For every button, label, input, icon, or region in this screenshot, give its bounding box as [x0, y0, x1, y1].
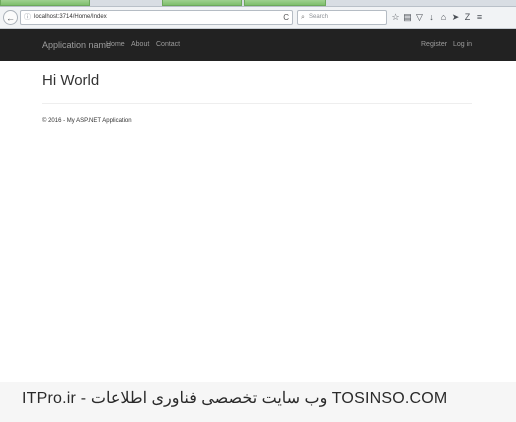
footer-copyright: © 2016 - My ASP.NET Application: [42, 118, 132, 124]
nav-link-about[interactable]: About: [131, 29, 149, 61]
back-button[interactable]: ←: [3, 10, 18, 25]
reading-list-icon[interactable]: ▤: [402, 10, 413, 24]
search-bar[interactable]: ⌕ Search: [297, 10, 387, 25]
browser-toolbar: ← ⓘ localhost:3714/Home/Index C ⌕ Search…: [0, 7, 516, 29]
nav-link-home[interactable]: Home: [106, 29, 125, 61]
download-icon[interactable]: ↓: [426, 10, 437, 24]
brand-link[interactable]: Application name: [42, 29, 111, 61]
search-input[interactable]: Search: [309, 11, 328, 24]
browser-tab-active[interactable]: [244, 0, 326, 6]
site-navbar: Application name Home About Contact Regi…: [0, 29, 516, 61]
nav-link-contact[interactable]: Contact: [156, 29, 180, 61]
footer-divider: [42, 103, 472, 104]
nav-link-register[interactable]: Register: [421, 29, 447, 61]
address-text[interactable]: localhost:3714/Home/Index: [34, 11, 107, 24]
nav-link-login[interactable]: Log in: [453, 29, 472, 61]
site-info-icon[interactable]: ⓘ: [24, 11, 31, 24]
send-icon[interactable]: ➤: [450, 10, 461, 24]
browser-tab-strip: [0, 0, 516, 7]
reload-icon[interactable]: C: [283, 11, 289, 24]
browser-tab[interactable]: [162, 0, 242, 6]
star-icon[interactable]: ☆: [390, 10, 401, 24]
pocket-icon[interactable]: ▽: [414, 10, 425, 24]
menu-icon[interactable]: ≡: [474, 10, 485, 24]
zotero-icon[interactable]: Z: [462, 10, 473, 24]
back-arrow-icon: ←: [6, 13, 15, 23]
address-bar[interactable]: ⓘ localhost:3714/Home/Index C: [20, 10, 293, 25]
search-icon: ⌕: [301, 14, 305, 21]
page-title: Hi World: [42, 72, 100, 89]
watermark-text: ITPro.ir - وب سایت تخصصی فناوری اطلاعات …: [22, 390, 448, 407]
home-icon[interactable]: ⌂: [438, 10, 449, 24]
browser-tab[interactable]: [0, 0, 90, 6]
